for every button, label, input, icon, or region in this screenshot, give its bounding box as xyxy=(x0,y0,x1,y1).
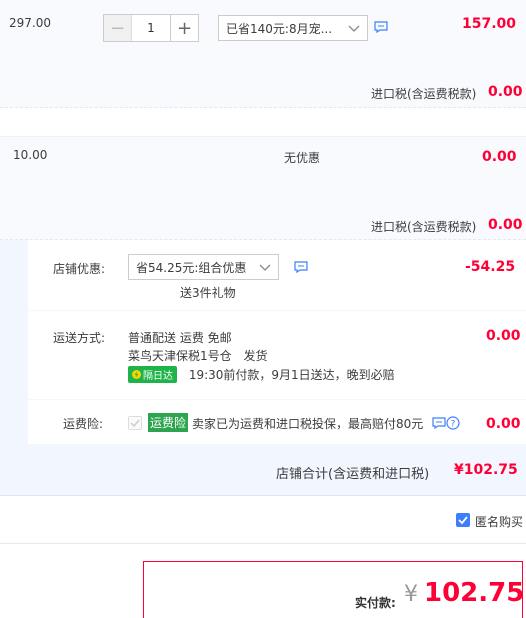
payment-summary: 实付款: ¥ 102.75 xyxy=(143,561,525,618)
increase-button[interactable]: + xyxy=(170,15,198,41)
shop-discount-gift: 送3件礼物 xyxy=(180,286,236,300)
shop-total-label: 店铺合计(含运费和进口税) xyxy=(276,467,430,482)
warehouse-suffix: 发货 xyxy=(243,349,268,363)
message-icon[interactable] xyxy=(432,417,446,429)
item2-promo-text: 无优惠 xyxy=(284,151,321,165)
item2-subtotal: 0.00 xyxy=(482,149,517,165)
shop-total-value: ¥102.75 xyxy=(454,462,518,478)
item1-promo-select-label: 已省140元:8月宠... xyxy=(226,21,333,36)
divider xyxy=(0,543,526,544)
shop-discount-row: 店铺优惠: 省54.25元:组合优惠 送3件礼物 -54.25 xyxy=(28,240,526,310)
insurance-row: 运费险: 运费险 卖家已为运费和进口税投保，最高赔付80元 ? 0.00 xyxy=(28,400,526,444)
order-item-2: 10.00 无优惠 0.00 进口税(含运费税款) 0.00 xyxy=(0,136,526,240)
help-icon[interactable]: ? xyxy=(446,416,460,430)
quantity-value[interactable]: 1 xyxy=(132,15,170,41)
check-icon xyxy=(458,516,468,525)
item2-tax-value: 0.00 xyxy=(488,217,523,233)
quantity-stepper[interactable]: − 1 + xyxy=(103,14,199,42)
item1-tax-value: 0.00 xyxy=(488,84,523,100)
item2-tax-label: 进口税(含运费税款) xyxy=(371,220,477,234)
message-icon[interactable] xyxy=(374,21,388,33)
warehouse-name: 菜鸟天津保税1号仓 xyxy=(128,349,232,363)
delivery-promise: 19:30前付款，9月1日送达，晚到必赔 xyxy=(188,368,395,382)
message-icon[interactable] xyxy=(294,261,308,273)
insurance-badge-label: 运费险 xyxy=(148,413,189,432)
shop-discount-select-label: 省54.25元:组合优惠 xyxy=(136,260,247,275)
item1-tax-label: 进口税(含运费税款) xyxy=(371,87,477,101)
insurance-value: 0.00 xyxy=(486,416,521,432)
anonymous-label[interactable]: 匿名购买 xyxy=(475,513,523,530)
shop-discount-label: 店铺优惠: xyxy=(53,262,106,276)
shipping-method: 普通配送 运费 免邮 xyxy=(128,331,232,345)
currency-symbol: ¥ xyxy=(404,582,418,607)
item1-subtotal: 157.00 xyxy=(462,16,517,32)
insurance-badge: 运费险 xyxy=(148,413,189,432)
shop-discount-value: -54.25 xyxy=(465,259,516,275)
chevron-down-icon xyxy=(259,264,271,271)
shop-summary: 店铺优惠: 省54.25元:组合优惠 送3件礼物 -54.25 运送方式: 普通… xyxy=(0,240,526,496)
order-item-1: 297.00 − 1 + 已省140元:8月宠... 157.00 进口税(含运… xyxy=(0,0,526,108)
shop-discount-select[interactable]: 省54.25元:组合优惠 xyxy=(128,254,279,280)
pay-label: 实付款: xyxy=(355,596,396,610)
shipping-row: 运送方式: 普通配送 运费 免邮 菜鸟天津保税1号仓 发货 隔日达 19:30前… xyxy=(28,311,526,399)
insurance-text: 卖家已为运费和进口税投保，最高赔付80元 xyxy=(192,417,424,431)
anonymous-checkbox[interactable] xyxy=(456,513,470,527)
svg-text:?: ? xyxy=(451,420,456,430)
next-day-badge-label: 隔日达 xyxy=(143,371,173,382)
item1-unit-price: 297.00 xyxy=(9,16,51,30)
pay-value: 102.75 xyxy=(424,578,525,608)
chevron-down-icon xyxy=(348,25,360,32)
shipping-label: 运送方式: xyxy=(53,331,106,345)
decrease-button[interactable]: − xyxy=(104,15,132,41)
delivery-info: 隔日达 19:30前付款，9月1日送达，晚到必赔 xyxy=(128,366,395,383)
next-day-badge: 隔日达 xyxy=(128,366,177,383)
check-icon xyxy=(130,419,140,428)
insurance-label: 运费险: xyxy=(63,417,104,431)
item1-promo-select[interactable]: 已省140元:8月宠... xyxy=(218,15,368,41)
insurance-checkbox[interactable] xyxy=(128,416,142,430)
shipping-value: 0.00 xyxy=(486,328,521,344)
item2-unit-price: 10.00 xyxy=(13,148,48,162)
shipping-warehouse: 菜鸟天津保税1号仓 发货 xyxy=(128,347,267,364)
lightning-icon xyxy=(132,370,141,379)
